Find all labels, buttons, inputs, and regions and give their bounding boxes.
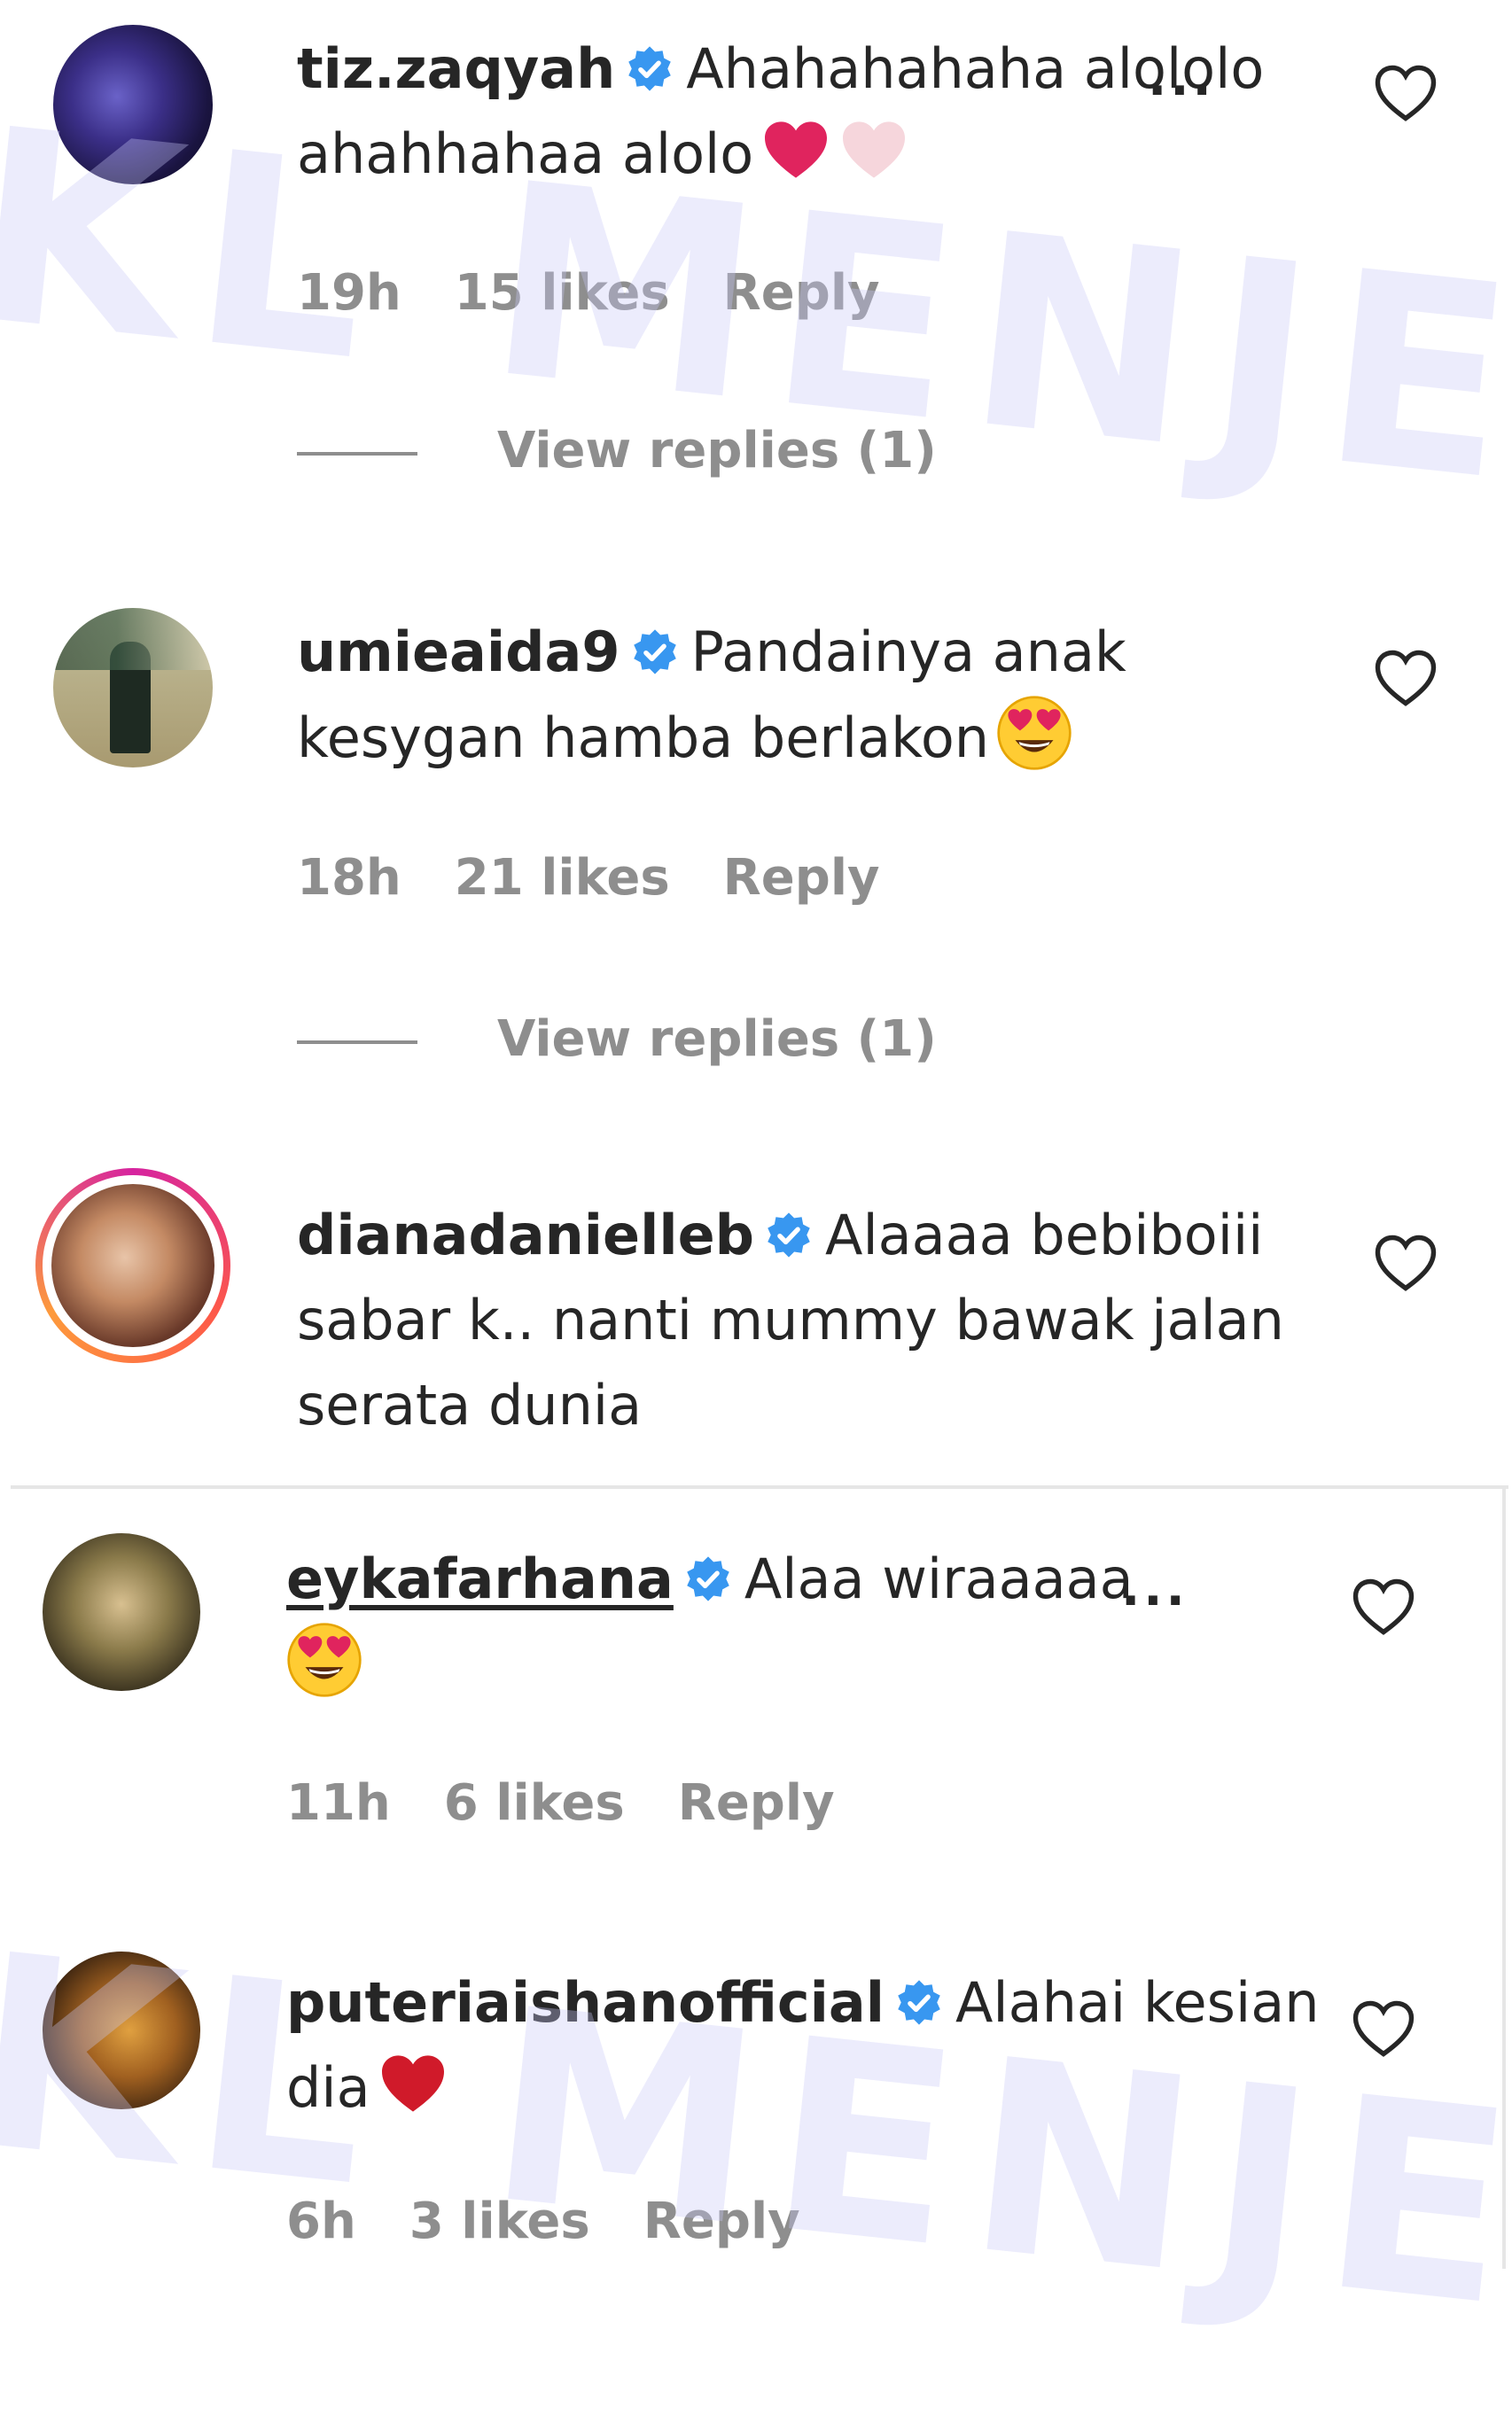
heart-icon[interactable] <box>1374 1234 1438 1292</box>
comment-time: 6h <box>286 2193 356 2250</box>
avatar[interactable] <box>43 1952 200 2109</box>
username[interactable]: eykafarhana <box>286 1547 674 1611</box>
verified-badge-icon <box>626 45 674 93</box>
comment-meta: 18h 21 likes Reply <box>297 849 933 907</box>
comment-text: puteriaishanofficial Alahai kesian dia <box>286 1960 1332 2131</box>
username[interactable]: tiz.zaqyah <box>297 36 615 101</box>
comment-meta: 19h 15 likes Reply <box>297 264 933 322</box>
comment-meta: 11h 6 likes Reply <box>286 1774 888 1832</box>
comment-text: umieaida9 Pandainya anak kesygan hamba be… <box>297 610 1343 781</box>
reply-button[interactable]: Reply <box>723 264 880 322</box>
verified-badge-icon <box>895 1979 943 2027</box>
comment-body: Alaa wiraaaaa <box>744 1547 1134 1611</box>
username[interactable]: dianadanielleb <box>297 1203 754 1267</box>
avatar[interactable] <box>53 25 213 184</box>
like-count[interactable]: 3 likes <box>409 2193 590 2250</box>
heart-icon[interactable] <box>1352 1999 1415 2058</box>
verified-badge-icon <box>765 1212 813 1259</box>
reply-button[interactable]: Reply <box>678 1774 835 1832</box>
heart-eyes-emoji <box>996 695 1072 771</box>
comment-time: 11h <box>286 1774 391 1832</box>
divider-line <box>297 451 417 456</box>
avatar[interactable] <box>43 1533 200 1691</box>
heart-icon[interactable] <box>1374 649 1438 707</box>
avatar[interactable] <box>51 1184 214 1347</box>
comment-time: 19h <box>297 264 401 322</box>
like-count[interactable]: 21 likes <box>455 849 670 907</box>
like-count[interactable]: 6 likes <box>444 1774 625 1832</box>
reply-button[interactable]: Reply <box>643 2193 800 2250</box>
avatar[interactable] <box>53 608 213 767</box>
view-replies-label: View replies (1) <box>497 1010 937 1068</box>
divider <box>11 1485 1508 1489</box>
panel-border <box>1502 1485 1506 2269</box>
verified-badge-icon <box>684 1555 732 1603</box>
heart-emoji <box>378 2050 448 2117</box>
reply-button[interactable]: Reply <box>723 849 880 907</box>
comment-time: 18h <box>297 849 401 907</box>
view-replies-button[interactable]: View replies (1) <box>297 422 937 479</box>
story-ring[interactable] <box>35 1168 230 1363</box>
heart-eyes-emoji <box>286 1622 362 1698</box>
verified-badge-icon <box>631 628 679 676</box>
like-count[interactable]: 15 likes <box>455 264 670 322</box>
username[interactable]: umieaida9 <box>297 619 620 684</box>
username[interactable]: puteriaishanofficial <box>286 1970 885 2035</box>
comment-text: dianadanielleb Alaaaa bebiboiii sabar k..… <box>297 1193 1343 1448</box>
heart-icon[interactable] <box>1352 1578 1415 1636</box>
red-heart-emoji <box>760 116 831 183</box>
divider-line <box>297 1040 417 1044</box>
more-options-button[interactable]: ... <box>1121 1560 1189 1617</box>
more-options-button[interactable]: ... <box>1148 50 1215 107</box>
heart-icon[interactable] <box>1374 64 1438 122</box>
view-replies-button[interactable]: View replies (1) <box>297 1010 937 1068</box>
view-replies-label: View replies (1) <box>497 422 937 479</box>
comment-meta: 6h 3 likes Reply <box>286 2193 853 2250</box>
pink-heart-emoji <box>838 116 909 183</box>
